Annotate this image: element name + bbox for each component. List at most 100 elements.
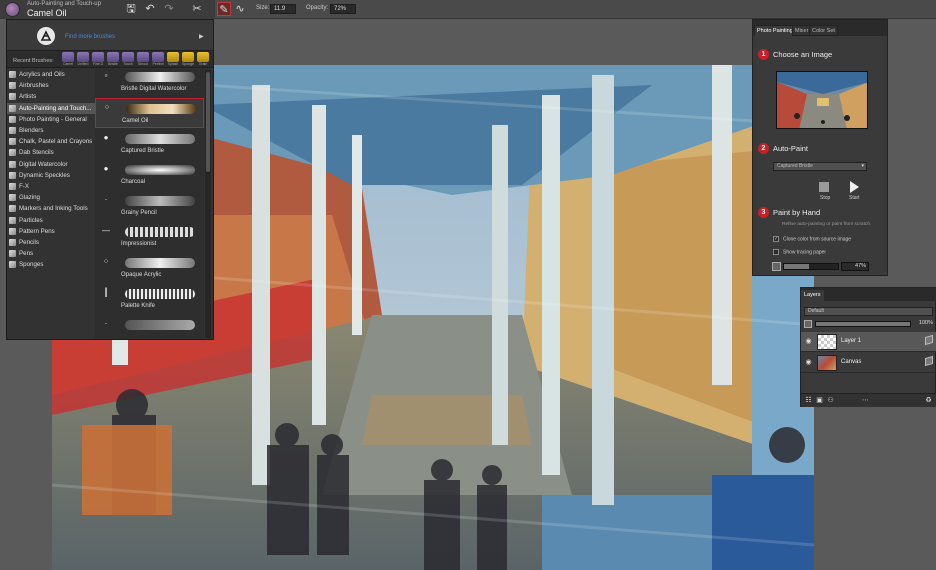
new-layer-icon[interactable]: ▣ xyxy=(815,396,824,405)
tab-color-set[interactable]: Color Set xyxy=(809,25,838,36)
layers-footer: ☷ ▣ ⚇ ⋯ ♻ xyxy=(801,393,936,407)
brush-variant-item[interactable]: ● Captured Bristle xyxy=(95,129,204,159)
brush-category-item[interactable]: Acrylics and Oils xyxy=(7,69,99,80)
brush-variant-item[interactable]: ⁘ Camel Oil xyxy=(95,98,204,128)
property-bar: Auto-Painting and Touch-up Camel Oil 🖫 ↶… xyxy=(0,0,936,19)
recent-brush[interactable]: Touch xyxy=(121,52,135,68)
category-label: F-X xyxy=(19,183,29,190)
layer-commands-icon[interactable]: ☷ xyxy=(804,396,813,405)
category-icon xyxy=(9,205,16,213)
brush-tool-icon[interactable]: ✎ xyxy=(217,2,231,16)
library-menu-arrow-icon[interactable]: ▶ xyxy=(199,33,204,40)
category-icon xyxy=(9,261,16,269)
composite-method-icon[interactable] xyxy=(925,334,933,346)
brush-variant-item[interactable]: · Grainy Pencil xyxy=(95,191,204,221)
stroke-preview xyxy=(126,104,196,114)
recent-brush[interactable]: Fine D xyxy=(91,52,105,68)
recent-brush[interactable]: Smoot xyxy=(136,52,150,68)
brush-variant-item[interactable]: ▫ Bristle Digital Watercolor xyxy=(95,69,204,97)
recent-brush-label: Camel xyxy=(62,62,74,66)
tracing-opacity-value[interactable]: 47% xyxy=(841,262,869,271)
stop-button[interactable] xyxy=(819,182,829,192)
redo-icon[interactable]: ↷ xyxy=(162,2,176,16)
tracing-paper-option[interactable]: Show tracing paper xyxy=(773,249,826,255)
size-field[interactable]: 11.9 xyxy=(270,4,296,14)
dab-preview-icon: ● xyxy=(103,164,109,173)
recent-brush[interactable]: Bristle xyxy=(106,52,120,68)
layers-panel-tabs: Layers xyxy=(801,288,936,301)
clone-color-option[interactable]: ✓ Clone color from source image xyxy=(773,236,851,242)
brush-variant-item[interactable]: — Impressionist xyxy=(95,222,204,252)
start-button[interactable] xyxy=(850,181,859,193)
brush-variant-item[interactable]: ⁘ Opaque Acrylic xyxy=(95,253,204,283)
tracing-opacity-slider[interactable] xyxy=(783,263,839,270)
category-icon xyxy=(9,149,16,157)
recent-brush[interactable]: Splash xyxy=(166,52,180,68)
undo-icon[interactable]: ↶ xyxy=(143,2,157,16)
category-icon xyxy=(9,138,16,146)
brush-category-item[interactable]: Sponges xyxy=(7,259,99,270)
step-3-badge: 3 xyxy=(758,207,769,218)
recent-brush-label: Fine D xyxy=(92,62,104,66)
layer-opacity-value[interactable]: 100% xyxy=(913,320,933,326)
brush-category-item[interactable]: Pencils xyxy=(7,237,99,248)
brush-icon xyxy=(92,52,104,62)
recent-brush[interactable]: Camel xyxy=(61,52,75,68)
recent-brush[interactable]: Perfect xyxy=(151,52,165,68)
brush-category-item[interactable]: Pens xyxy=(7,248,99,259)
brush-category-item[interactable]: Particles xyxy=(7,215,99,226)
delete-layer-icon[interactable]: ♻ xyxy=(924,396,933,405)
brush-category-item[interactable]: Digital Watercolor xyxy=(7,159,99,170)
tab-layers[interactable]: Layers xyxy=(801,290,824,301)
recent-brush[interactable]: Sponge xyxy=(181,52,195,68)
lock-layer-icon[interactable]: ⚇ xyxy=(826,396,835,405)
tracing-opacity-fill xyxy=(784,264,810,269)
brush-category-item[interactable]: Dab Stencils xyxy=(7,147,99,158)
stroke-preview xyxy=(125,165,195,175)
category-label: Dynamic Speckles xyxy=(19,171,70,179)
layer-name: Layer 1 xyxy=(841,338,862,344)
more-options-icon[interactable]: ⋯ xyxy=(861,396,870,405)
variant-label: Grainy Pencil xyxy=(121,210,157,216)
brush-category-item[interactable]: Airbrushes xyxy=(7,80,99,91)
clone-color-checkbox[interactable]: ✓ xyxy=(773,236,779,242)
brush-category-item[interactable]: F-X xyxy=(7,181,99,192)
transform-tool-icon[interactable]: ✂ xyxy=(190,2,204,16)
brush-variant-item[interactable]: ┃ Palette Knife xyxy=(95,284,204,314)
category-label: Particles xyxy=(19,216,43,224)
visibility-eye-icon[interactable]: ◉ xyxy=(804,337,813,346)
brush-variant-item[interactable]: · xyxy=(95,315,204,339)
source-image-thumbnail[interactable] xyxy=(776,71,868,129)
brush-category-item[interactable]: Chalk, Pastel and Crayons xyxy=(7,136,99,147)
layer-opacity-slider[interactable] xyxy=(815,321,911,327)
tab-photo-painting[interactable]: Photo Painting xyxy=(754,25,796,36)
composite-method-icon[interactable] xyxy=(925,355,933,367)
scrollbar-thumb[interactable] xyxy=(206,72,210,172)
brush-variant-list: ▫ Bristle Digital Watercolor ⁘ Camel Oil ● Ca… xyxy=(95,69,204,339)
visibility-eye-icon[interactable]: ◉ xyxy=(804,358,813,367)
blend-mode-dropdown[interactable]: Default xyxy=(804,307,933,316)
layer-row-layer1[interactable]: ◉ Layer 1 xyxy=(801,332,936,352)
brush-category-item[interactable]: Blenders xyxy=(7,125,99,136)
brush-category-item[interactable]: Auto-Painting and Touch... xyxy=(7,102,99,114)
brush-category-item[interactable]: Dynamic Speckles xyxy=(7,170,99,181)
variant-list-scrollbar[interactable] xyxy=(205,70,211,338)
brush-category-item[interactable]: Markers and Inking Tools xyxy=(7,203,99,214)
auto-paint-style-dropdown[interactable]: Captured Bristle ▾ xyxy=(773,162,867,171)
brush-variant-item[interactable]: ● Charcoal xyxy=(95,160,204,190)
auto-paint-title: Auto-Paint xyxy=(773,144,809,153)
layer-row-canvas[interactable]: ◉ Canvas xyxy=(801,353,936,373)
opacity-field[interactable]: 72% xyxy=(330,4,356,14)
brush-category-item[interactable]: Artists xyxy=(7,91,99,102)
auto-paint-style-value: Captured Bristle xyxy=(777,163,813,169)
brush-category-item[interactable]: Photo Painting - General xyxy=(7,114,99,125)
brush-selector[interactable]: Auto-Painting and Touch-up Camel Oil xyxy=(0,0,215,19)
save-icon[interactable]: 🖫 xyxy=(124,2,138,16)
brush-category-item[interactable]: Glazing xyxy=(7,192,99,203)
recent-brush[interactable]: Grain xyxy=(196,52,210,68)
find-more-brushes-link[interactable]: Find more brushes xyxy=(65,34,115,40)
tracing-paper-checkbox[interactable] xyxy=(773,249,779,255)
stroke-attributes-icon[interactable]: ∿ xyxy=(233,2,247,16)
recent-brush[interactable]: Unified xyxy=(76,52,90,68)
brush-category-item[interactable]: Pattern Pens xyxy=(7,226,99,237)
